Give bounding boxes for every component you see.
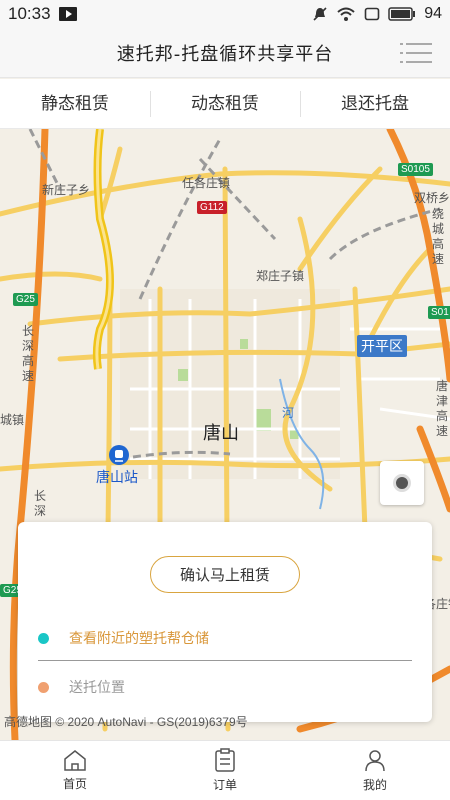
- nav-profile[interactable]: 我的: [300, 741, 450, 800]
- tab-dynamic-rent[interactable]: 动态租赁: [150, 90, 300, 117]
- delivery-location-row[interactable]: 送托位置: [38, 677, 125, 697]
- home-icon: [64, 750, 86, 771]
- tab-static-rent[interactable]: 静态租赁: [0, 91, 150, 117]
- status-time: 10:33: [8, 4, 51, 23]
- page-title: 速托邦-托盘循环共享平台: [116, 43, 334, 65]
- map-label-tangshan-station: 唐山站: [96, 470, 138, 486]
- battery-percent: 94: [424, 5, 442, 22]
- tab-bar: 静态租赁 动态租赁 退还托盘: [0, 79, 450, 129]
- locate-button[interactable]: [380, 461, 424, 505]
- nav-orders[interactable]: 订单: [150, 741, 300, 800]
- screen-icon: [364, 7, 380, 21]
- user-icon: [365, 750, 385, 772]
- delivery-location-label: 送托位置: [69, 680, 125, 696]
- map-label-zhengzhuangzi: 郑庄子镇: [256, 269, 305, 283]
- nav-profile-label: 我的: [362, 778, 387, 792]
- map-label-changshen2: 长深: [34, 489, 47, 518]
- orange-dot-icon: [38, 681, 49, 693]
- mute-icon: [313, 7, 327, 21]
- map-label-tangshan: 唐山: [203, 423, 239, 444]
- tab-return-pallet[interactable]: 退还托盘: [300, 90, 450, 117]
- map-label-raocheng: 绕城高速: [432, 207, 445, 266]
- nav-home[interactable]: 首页: [0, 741, 150, 800]
- bottom-nav: 首页 订单 我的: [0, 740, 450, 800]
- menu-icon[interactable]: [400, 42, 432, 64]
- road-badge-s0105: S0105: [398, 163, 433, 176]
- title-bar: 速托邦-托盘循环共享平台: [0, 28, 450, 78]
- card-divider: [38, 660, 412, 661]
- nearby-warehouse-row[interactable]: 查看附近的塑托帮仓储: [38, 628, 209, 648]
- map-label-chengzhen: 城镇: [0, 413, 25, 427]
- map-label-rengezhuang: 任各庄镇: [182, 176, 231, 190]
- map-label-shuangqiao: 双桥乡: [414, 191, 450, 205]
- status-bar: 10:33 94: [0, 0, 450, 28]
- locate-icon: [393, 474, 411, 492]
- wifi-icon: [337, 7, 355, 21]
- road-badge-s01: S01: [428, 306, 450, 319]
- confirm-rent-button[interactable]: 确认马上租赁: [150, 556, 300, 593]
- battery-icon: [388, 7, 416, 21]
- teal-dot-icon: [38, 632, 49, 644]
- rental-card: 确认马上租赁 查看附近的塑托帮仓储 送托位置: [18, 522, 432, 722]
- nav-home-label: 首页: [62, 777, 87, 791]
- map-label-changshen: 长深高速: [22, 324, 35, 383]
- order-icon: [215, 748, 235, 772]
- map-label-river: 河: [282, 406, 295, 420]
- status-icons: 94: [312, 5, 442, 23]
- nearby-warehouse-label: 查看附近的塑托帮仓储: [69, 631, 209, 647]
- road-badge-g112: G112: [197, 201, 227, 214]
- map-label-kaiping: 开平区: [357, 335, 407, 357]
- road-badge-g25: G25: [13, 293, 38, 306]
- play-icon: [58, 7, 77, 21]
- train-station-icon: [109, 445, 129, 465]
- map-label-tangjin: 唐津高速: [436, 379, 449, 438]
- map-attribution: 高德地图 © 2020 AutoNavi - GS(2019)6379号: [4, 715, 248, 729]
- map-label-xinzhuangzi: 新庄子乡: [42, 183, 91, 197]
- nav-orders-label: 订单: [212, 778, 237, 792]
